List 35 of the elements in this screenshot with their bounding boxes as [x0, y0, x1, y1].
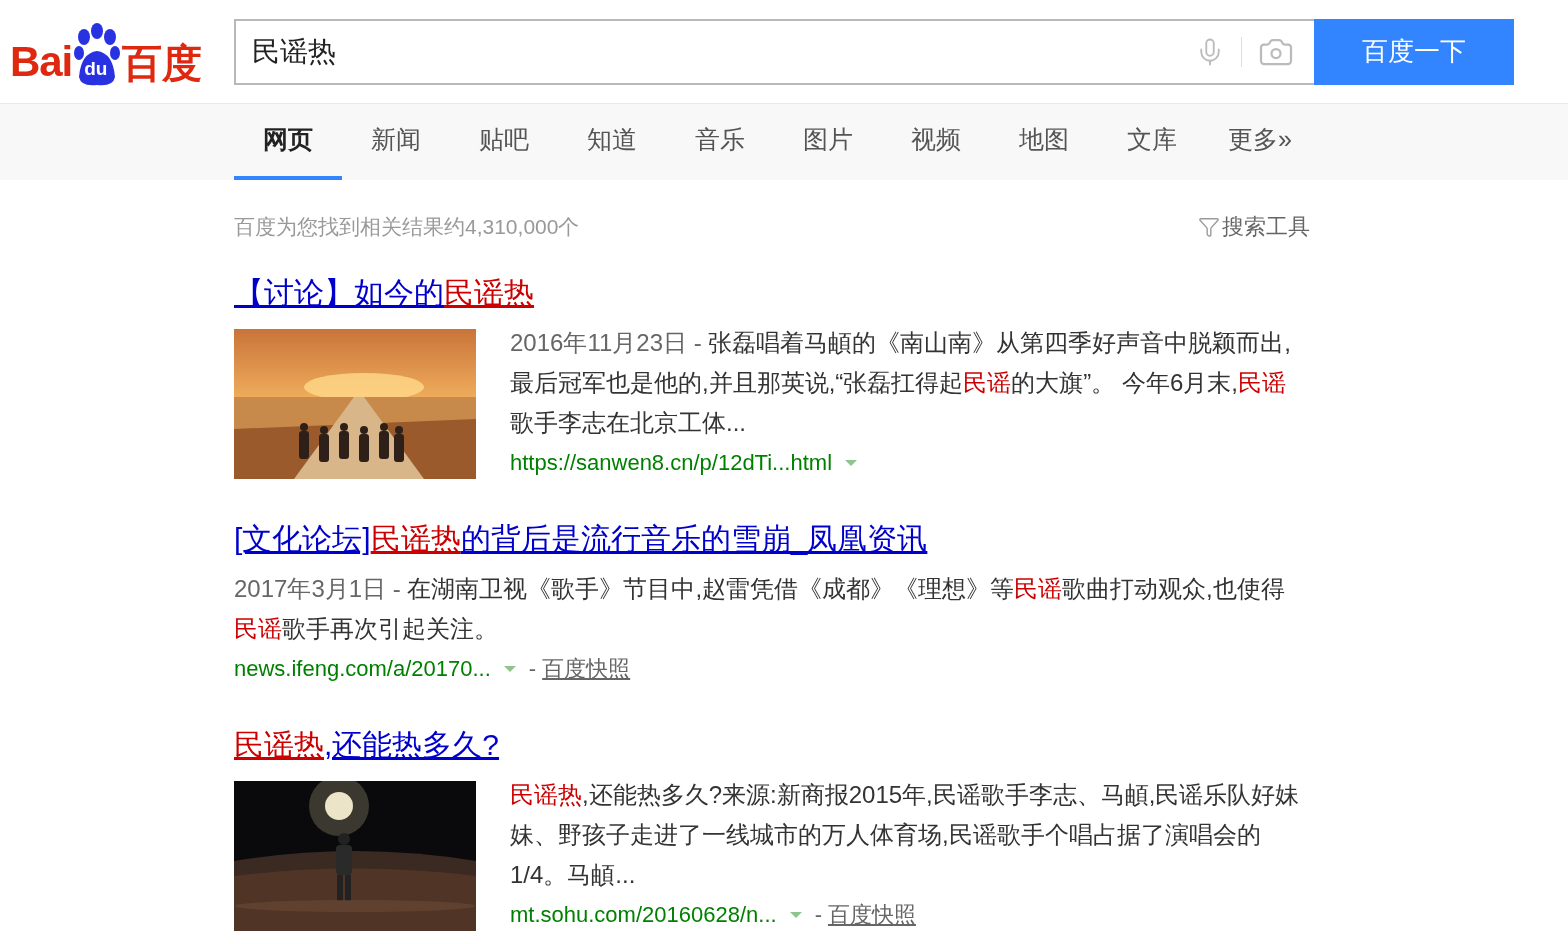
search-tools-button[interactable]: 搜索工具 [1198, 210, 1310, 243]
caret-icon[interactable] [844, 459, 859, 467]
logo-text: du [84, 58, 108, 78]
separator-text: - [528, 655, 537, 683]
caret-icon[interactable] [502, 665, 517, 673]
search-button[interactable]: 百度一下 [1314, 18, 1514, 85]
result-url-link[interactable]: https://sanwen8.cn/p/12dTi...html [510, 443, 833, 483]
nav-tab[interactable]: 视频 [882, 104, 990, 180]
result-snippet: 民谣热,还能热多久?来源:新商报2015年,民谣歌手李志、马頔,民谣乐队好妹妹、野孩子走进了一线城市的万人体育场,民谣歌手个唱占据了演唱会的1/4。马頔... [510, 780, 1300, 890]
nav-tab[interactable]: 地图 [990, 104, 1098, 180]
nav-tab[interactable]: 知道 [558, 104, 666, 180]
result-title-link[interactable]: 民谣热,还能热多久? [234, 723, 500, 767]
separator-text: - [814, 901, 822, 929]
snapshot-link[interactable]: 百度快照 [827, 895, 916, 935]
result-count: 百度为您找到相关结果约4,310,000个 [234, 213, 580, 240]
result-url-link[interactable]: mt.sohu.com/20160628/n... [510, 895, 777, 935]
logo-text: 百度 [122, 42, 203, 83]
snapshot-link[interactable]: 百度快照 [542, 649, 631, 689]
search-field[interactable]: 民谣热 [234, 18, 1314, 85]
nav-tab[interactable]: 文库 [1098, 104, 1206, 180]
caret-icon[interactable] [788, 911, 803, 919]
result-title-link[interactable]: [文化论坛]民谣热的背后是流行音乐的雪崩_凤凰资讯 [234, 517, 928, 561]
logo-text: Bai [10, 40, 73, 83]
filter-icon [1198, 215, 1220, 238]
result-snippet: 2017年3月1日 - 在湖南卫视《歌手》节目中,赵雷凭借《成都》《理想》等民谣歌曲打动观众,也使得 民谣歌手再次引起关注。 [234, 574, 1286, 644]
result-url-link[interactable]: news.ifeng.com/a/20170... [234, 649, 491, 689]
nav-tab[interactable]: 新闻 [342, 104, 450, 180]
nav-tab[interactable]: 音乐 [666, 104, 774, 180]
nav-tab[interactable]: 网页 [234, 104, 342, 180]
result-title-link[interactable]: 【讨论】如今的民谣热 [234, 271, 534, 315]
nav-tab[interactable]: 更多» [1206, 104, 1314, 180]
nav-tab[interactable]: 贴吧 [450, 104, 558, 180]
result-snippet: 2016年11月23日 - 张磊唱着马頔的《南山南》从第四季好声音中脱颖而出,最后冠军也是他的,并且那英说,“张磊扛得起民谣的大旗”。 今年6月末,民谣 歌手李志在北京工体... [510, 328, 1292, 438]
nav-tab[interactable]: 图片 [774, 104, 882, 180]
paw-icon [73, 22, 122, 87]
